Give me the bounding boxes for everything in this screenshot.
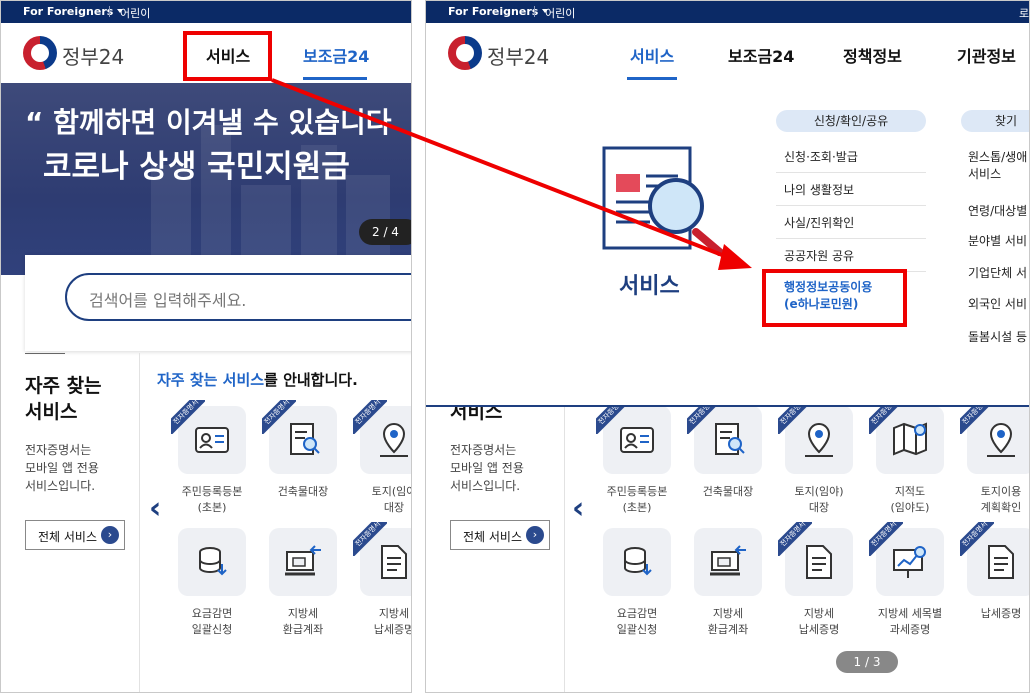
annotation-arrow <box>271 78 752 270</box>
